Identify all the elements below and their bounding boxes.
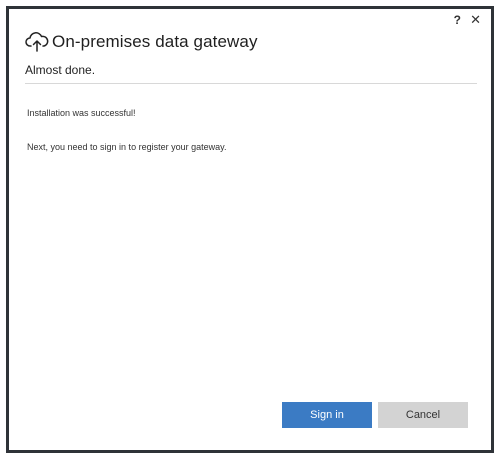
header-divider bbox=[25, 83, 477, 84]
page-subtitle: Almost done. bbox=[25, 63, 96, 77]
help-button[interactable]: ? bbox=[454, 13, 461, 27]
screenshot-frame: ? ✕ On-premises data gateway Almost done… bbox=[6, 6, 494, 453]
next-step-message: Next, you need to sign in to register yo… bbox=[27, 142, 227, 152]
window-title: On-premises data gateway bbox=[52, 32, 258, 51]
sign-in-button[interactable]: Sign in bbox=[282, 402, 372, 428]
cancel-button[interactable]: Cancel bbox=[378, 402, 468, 428]
title-bar: On-premises data gateway bbox=[25, 29, 258, 55]
close-button[interactable]: ✕ bbox=[470, 12, 481, 28]
installer-window: ? ✕ On-premises data gateway Almost done… bbox=[9, 9, 491, 450]
cloud-upload-icon bbox=[25, 31, 49, 53]
success-message: Installation was successful! bbox=[27, 108, 136, 118]
